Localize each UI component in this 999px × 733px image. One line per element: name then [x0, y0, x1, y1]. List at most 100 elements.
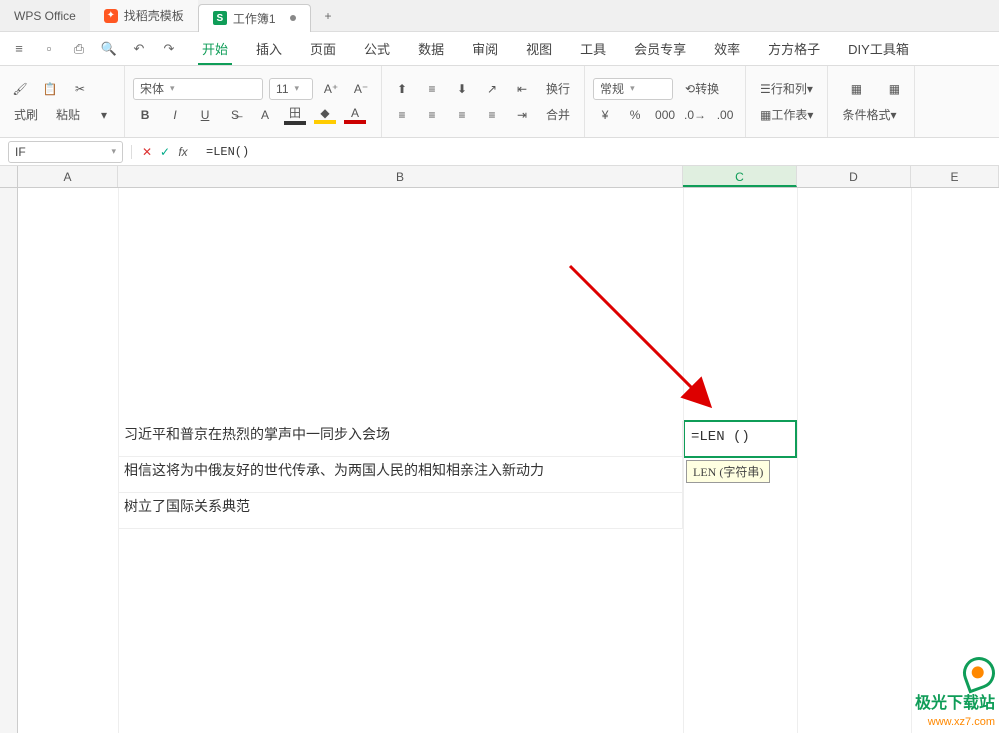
align-middle-icon[interactable]: ≡: [420, 78, 444, 100]
dirty-dot-icon: [290, 15, 296, 21]
watermark-url: www.xz7.com: [915, 715, 995, 729]
underline-button[interactable]: U: [193, 104, 217, 126]
ribbon: 🖌 📋 ✂ 式刷粘贴 ▾ 宋体▾ 11▾ A⁺ A⁻ B I U S̶ A 田 ◆ A…: [0, 66, 999, 138]
col-header-d[interactable]: D: [797, 166, 911, 187]
tab-template-label: 找稻壳模板: [124, 7, 184, 24]
tab-template[interactable]: ✦ 找稻壳模板: [90, 0, 198, 31]
tab-workbook-label: 工作簿1: [233, 10, 276, 27]
watermark: 极光下载站 www.xz7.com: [915, 657, 995, 729]
cell-b-text2[interactable]: 相信这将为中俄友好的世代传承、为两国人民的相知相亲注入新动力: [118, 457, 683, 493]
print-icon[interactable]: ⎙: [68, 38, 90, 60]
app-label: WPS Office: [0, 0, 90, 31]
accept-formula-icon[interactable]: ✓: [156, 145, 174, 159]
font-effects-button[interactable]: A: [253, 104, 277, 126]
new-tab-button[interactable]: +: [311, 0, 339, 31]
name-box[interactable]: IF ▾: [8, 141, 123, 163]
menu-view[interactable]: 视图: [512, 32, 566, 65]
cancel-formula-icon[interactable]: ✕: [138, 145, 156, 159]
chevron-down-icon: ▾: [630, 83, 635, 94]
indent-inc-icon[interactable]: ⇥: [510, 104, 534, 126]
font-shrink-icon[interactable]: A⁻: [349, 78, 373, 100]
align-bottom-icon[interactable]: ⬇: [450, 78, 474, 100]
fill-color-button[interactable]: ◆: [313, 104, 337, 126]
border-button[interactable]: 田: [283, 104, 307, 126]
table-style-more-icon[interactable]: ▦: [882, 78, 906, 100]
align-right-icon[interactable]: ≡: [450, 104, 474, 126]
convert-button[interactable]: ⟲ 转换: [679, 78, 725, 100]
undo-icon[interactable]: ↶: [128, 38, 150, 60]
align-top-icon[interactable]: ⬆: [390, 78, 414, 100]
indent-dec-icon[interactable]: ⇤: [510, 78, 534, 100]
menu-data[interactable]: 数据: [404, 32, 458, 65]
save-icon[interactable]: ▫: [38, 38, 60, 60]
fx-icon[interactable]: fx: [174, 145, 192, 159]
cond-format-button[interactable]: 条件格式 ▾: [836, 104, 902, 126]
align-left-icon[interactable]: ≡: [390, 104, 414, 126]
menu-start[interactable]: 开始: [188, 32, 242, 65]
percent-icon[interactable]: %: [623, 104, 647, 126]
italic-button[interactable]: I: [163, 104, 187, 126]
menu-bar: ≡ ▫ ⎙ 🔍 ↶ ↷ 开始 插入 页面 公式 数据 审阅 视图 工具 会员专享…: [0, 32, 999, 66]
cell-b-text3[interactable]: 树立了国际关系典范: [118, 493, 683, 529]
group-number: 常规▾ ⟲ 转换 ¥ % 000 .0→ .00: [585, 66, 746, 137]
font-grow-icon[interactable]: A⁺: [319, 78, 343, 100]
formula-input[interactable]: =LEN(): [198, 145, 999, 159]
col-header-a[interactable]: A: [18, 166, 118, 187]
strike-button[interactable]: S̶: [223, 104, 247, 126]
col-header-c[interactable]: C: [683, 166, 797, 187]
menu-ffgrid[interactable]: 方方格子: [754, 32, 834, 65]
table-style-icon[interactable]: ▦: [836, 75, 876, 103]
gridline: [911, 188, 912, 733]
menu-tools[interactable]: 工具: [566, 32, 620, 65]
justify-icon[interactable]: ≡: [480, 104, 504, 126]
merge-button[interactable]: 合并: [540, 104, 576, 126]
menu-page[interactable]: 页面: [296, 32, 350, 65]
orientation-icon[interactable]: ↗: [480, 78, 504, 100]
name-box-value: IF: [15, 145, 26, 159]
row-headers: [0, 188, 18, 733]
preview-icon[interactable]: 🔍: [98, 38, 120, 60]
wrap-text-button[interactable]: 换行: [540, 78, 576, 100]
tab-workbook[interactable]: S 工作簿1: [198, 4, 311, 32]
gridline: [683, 188, 684, 733]
watermark-name: 极光下载站: [915, 694, 995, 715]
menu-insert[interactable]: 插入: [242, 32, 296, 65]
template-icon: ✦: [104, 9, 118, 23]
worksheet-button[interactable]: ▦ 工作表 ▾: [754, 104, 819, 126]
redo-icon[interactable]: ↷: [158, 38, 180, 60]
paste-label[interactable]: 粘贴: [50, 104, 86, 126]
paste-options-icon[interactable]: ▾: [92, 104, 116, 126]
cut-icon[interactable]: ✂: [68, 78, 92, 100]
column-headers: A B C D E: [18, 166, 999, 188]
number-format-select[interactable]: 常规▾: [593, 78, 673, 100]
formula-tooltip: LEN (字符串): [686, 460, 770, 483]
select-all-corner[interactable]: [0, 166, 18, 188]
copy-icon[interactable]: 📋: [38, 78, 62, 100]
group-align: ⬆ ≡ ⬇ ↗ ⇤ 换行 ≡ ≡ ≡ ≡ ⇥ 合并: [382, 66, 585, 137]
inc-decimal-icon[interactable]: .0→: [683, 104, 707, 126]
font-size-select[interactable]: 11▾: [269, 78, 313, 100]
format-painter-label[interactable]: 式刷: [8, 104, 44, 126]
menu-review[interactable]: 审阅: [458, 32, 512, 65]
font-color-button[interactable]: A: [343, 104, 367, 126]
menu-icon[interactable]: ≡: [8, 38, 30, 60]
col-header-e[interactable]: E: [911, 166, 999, 187]
currency-icon[interactable]: ¥: [593, 104, 617, 126]
format-painter-icon[interactable]: 🖌: [8, 78, 32, 100]
menu-vip[interactable]: 会员专享: [620, 32, 700, 65]
align-center-icon[interactable]: ≡: [420, 104, 444, 126]
dec-decimal-icon[interactable]: .00: [713, 104, 737, 126]
menu-formula[interactable]: 公式: [350, 32, 404, 65]
group-clipboard: 🖌 📋 ✂ 式刷粘贴 ▾: [0, 66, 125, 137]
cell-b-text1[interactable]: 习近平和普京在热烈的掌声中一同步入会场: [118, 421, 683, 457]
font-name-select[interactable]: 宋体▾: [133, 78, 263, 100]
thousands-icon[interactable]: 000: [653, 104, 677, 126]
row-col-button[interactable]: ☰ 行和列 ▾: [754, 78, 819, 100]
col-header-b[interactable]: B: [118, 166, 683, 187]
bold-button[interactable]: B: [133, 104, 157, 126]
grid-body[interactable]: 习近平和普京在热烈的掌声中一同步入会场 =LEN () 相信这将为中俄友好的世代…: [18, 188, 999, 733]
chevron-down-icon: ▾: [170, 83, 175, 94]
active-cell-c[interactable]: =LEN (): [683, 420, 797, 458]
menu-diy[interactable]: DIY工具箱: [834, 32, 923, 65]
menu-efficiency[interactable]: 效率: [700, 32, 754, 65]
